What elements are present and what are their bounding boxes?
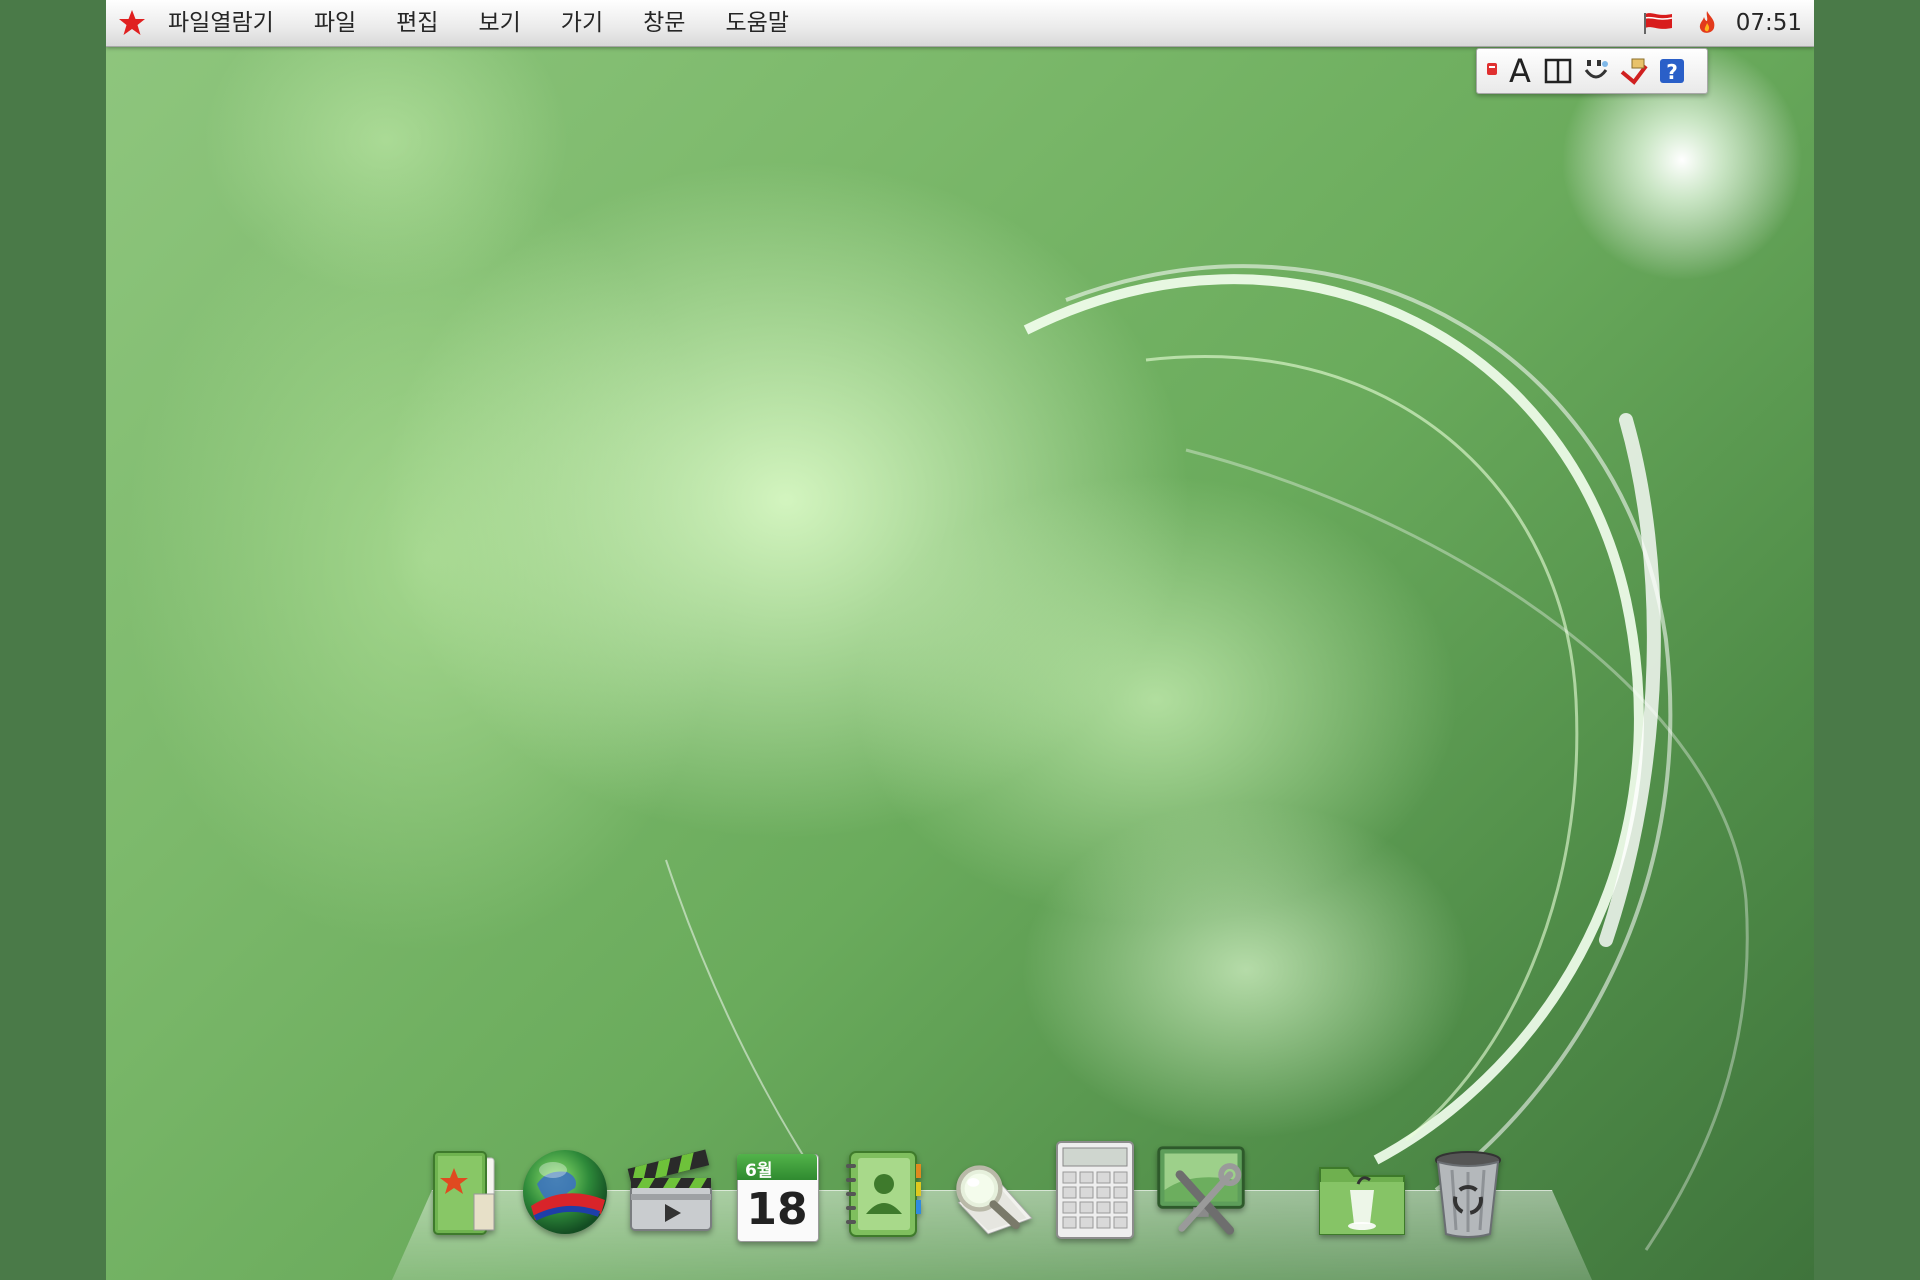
- menu-window[interactable]: 창문: [623, 0, 705, 46]
- menu-edit[interactable]: 편집: [376, 0, 458, 46]
- ime-letter: A: [1509, 52, 1531, 90]
- photo-album-icon: [433, 1151, 495, 1235]
- dock-search-app[interactable]: [941, 1140, 1037, 1240]
- status-tray: 07:51: [1632, 0, 1814, 46]
- menu-view[interactable]: 보기: [458, 0, 540, 46]
- ime-help-icon[interactable]: ?: [1653, 52, 1691, 90]
- flag-icon[interactable]: [1642, 11, 1676, 35]
- dock-file-folder-app[interactable]: [1314, 1140, 1410, 1240]
- ime-softkeyboard-icon[interactable]: [1615, 52, 1653, 90]
- trash-icon: [1435, 1151, 1501, 1238]
- dock-photos-app[interactable]: [411, 1140, 507, 1240]
- wallpaper-light-swirl: [665, 40, 1802, 1251]
- menu-app-name[interactable]: 파일열람기: [158, 0, 294, 46]
- ime-red-indicator-icon[interactable]: [1483, 52, 1501, 90]
- calendar-month: 6월: [745, 1161, 773, 1181]
- svg-text:?: ?: [1666, 60, 1678, 84]
- folder-icon: [1319, 1167, 1405, 1235]
- address-book-icon: [846, 1151, 921, 1237]
- calendar-icon: 6월 18: [737, 1154, 819, 1242]
- ime-letter-button[interactable]: A: [1501, 52, 1539, 90]
- clock[interactable]: 07:51: [1736, 10, 1802, 36]
- dock-contacts-app[interactable]: [835, 1140, 931, 1240]
- ime-punctuation-icon[interactable]: [1577, 52, 1615, 90]
- desktop: 파일열람기 파일 편집 보기 가기 창문 도움말 07:51 A ? 6월 18: [106, 0, 1814, 1280]
- dock-settings-app[interactable]: [1153, 1140, 1249, 1240]
- calendar-day: 18: [746, 1184, 808, 1235]
- flame-icon[interactable]: [1696, 9, 1718, 37]
- dock-browser-app[interactable]: [517, 1140, 613, 1240]
- menu-file[interactable]: 파일: [294, 0, 376, 46]
- ime-fullwidth-icon[interactable]: [1539, 52, 1577, 90]
- magnifier-document-icon: [956, 1165, 1033, 1235]
- dock-calculator-app[interactable]: [1047, 1140, 1143, 1240]
- menu-help[interactable]: 도움말: [705, 0, 808, 46]
- globe-icon: [523, 1150, 607, 1234]
- clapperboard-icon: [627, 1149, 712, 1231]
- dock-trash-app[interactable]: [1420, 1140, 1516, 1240]
- dock: 6월 18: [406, 1140, 1521, 1242]
- menu-go[interactable]: 가기: [541, 0, 623, 46]
- dock-video-player-app[interactable]: [623, 1140, 719, 1240]
- dock-calendar-app[interactable]: 6월 18: [729, 1140, 825, 1242]
- top-menubar: 파일열람기 파일 편집 보기 가기 창문 도움말 07:51: [106, 0, 1814, 47]
- input-method-toolbar: A ?: [1476, 48, 1708, 94]
- star-logo-icon[interactable]: [106, 0, 158, 46]
- calculator-icon: [1056, 1141, 1134, 1239]
- tools-monitor-icon: [1157, 1146, 1245, 1235]
